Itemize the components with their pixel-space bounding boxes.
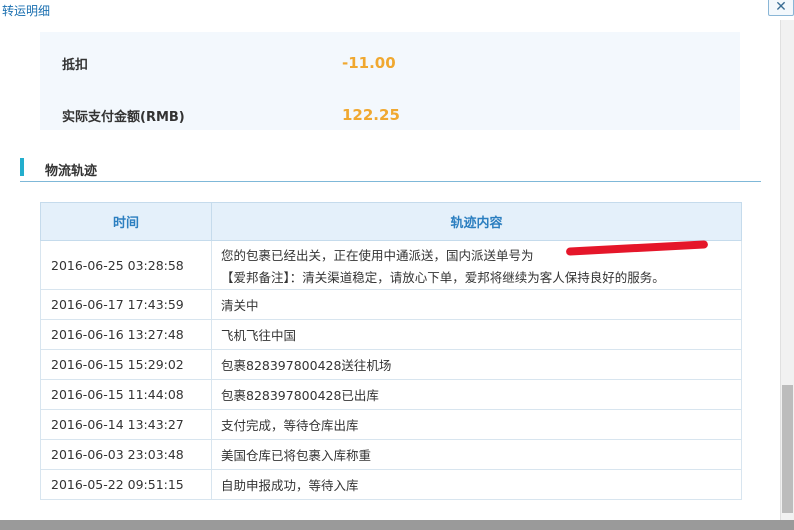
row-content: 包裹828397800428送往机场	[211, 349, 742, 380]
section-marker	[20, 158, 24, 176]
close-button[interactable]: ✕	[768, 0, 794, 16]
window-title: 转运明细	[2, 4, 51, 18]
total-paid-label: 实际支付金额(RMB)	[62, 110, 185, 125]
row-content-note: 【爱邦备注】：清关渠道稳定，请放心下单，爱邦将继续为客人保持良好的服务。	[221, 269, 665, 285]
bottom-bar	[0, 520, 794, 530]
deduction-value: -11.00	[342, 54, 396, 72]
row-content: 包裹828397800428已出库	[211, 379, 742, 410]
row-time: 2016-06-25 03:28:58	[40, 240, 212, 290]
row-time: 2016-06-17 17:43:59	[40, 289, 212, 320]
window-titlebar: 转运明细	[0, 0, 794, 20]
row-content: 飞机飞往中国	[211, 319, 742, 350]
row-time: 2016-06-14 13:43:27	[40, 409, 212, 440]
row-time: 2016-05-22 09:51:15	[40, 469, 212, 500]
table-row: 2016-06-15 15:29:02 包裹828397800428送往机场	[40, 349, 742, 380]
table-header-row: 时间 轨迹内容	[40, 202, 742, 241]
table-row: 2016-06-17 17:43:59 清关中	[40, 289, 742, 320]
row-content: 支付完成，等待仓库出库	[211, 409, 742, 440]
table-row: 2016-06-16 13:27:48 飞机飞往中国	[40, 319, 742, 350]
payment-summary: 抵扣 -11.00 实际支付金额(RMB) 122.25	[40, 32, 740, 130]
row-time: 2016-06-15 11:44:08	[40, 379, 212, 410]
table-row: 2016-06-03 23:03:48 美国仓库已将包裹入库称重	[40, 439, 742, 470]
column-header-time: 时间	[40, 202, 212, 241]
table-row: 2016-06-14 13:43:27 支付完成，等待仓库出库	[40, 409, 742, 440]
row-content-line: 您的包裹已经出关，正在使用中通派送，国内派送单号为	[221, 247, 534, 263]
row-time: 2016-06-15 15:29:02	[40, 349, 212, 380]
table-row: 2016-06-15 11:44:08 包裹828397800428已出库	[40, 379, 742, 410]
column-header-content: 轨迹内容	[211, 202, 742, 241]
table-row: 2016-05-22 09:51:15 自助申报成功，等待入库	[40, 469, 742, 500]
row-content: 自助申报成功，等待入库	[211, 469, 742, 500]
row-time: 2016-06-16 13:27:48	[40, 319, 212, 350]
row-content: 清关中	[211, 289, 742, 320]
deduction-label: 抵扣	[62, 58, 89, 73]
logistics-section-header: 物流轨迹	[20, 157, 761, 182]
section-title: 物流轨迹	[45, 164, 98, 179]
scrollbar-thumb[interactable]	[782, 385, 793, 513]
total-paid-value: 122.25	[342, 106, 400, 124]
row-time: 2016-06-03 23:03:48	[40, 439, 212, 470]
content-viewport: 抵扣 -11.00 实际支付金额(RMB) 122.25 物流轨迹 时间 轨迹内…	[0, 20, 780, 520]
row-content: 美国仓库已将包裹入库称重	[211, 439, 742, 470]
